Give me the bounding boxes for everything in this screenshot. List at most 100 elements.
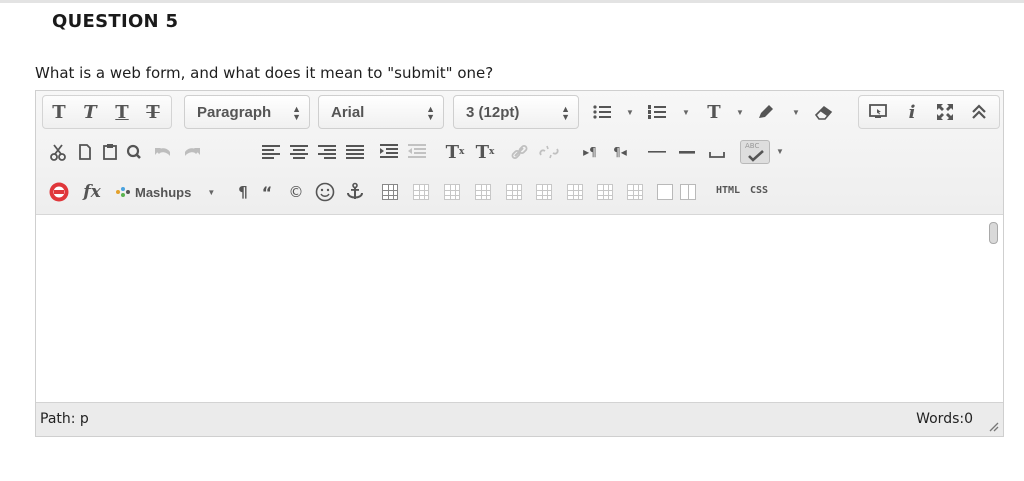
subscript-button[interactable]: Tx <box>472 138 498 166</box>
italic-icon: T <box>83 101 97 123</box>
mashups-dropdown-caret: ▼ <box>207 187 216 197</box>
insert-table-button[interactable] <box>382 184 398 200</box>
table-delete-row-button[interactable] <box>536 184 552 200</box>
eraser-icon <box>814 105 833 120</box>
table-split-cells-button[interactable] <box>657 184 673 200</box>
highlight-button[interactable] <box>753 98 779 126</box>
table-insert-column-before-button[interactable] <box>567 184 583 200</box>
align-left-button[interactable] <box>258 138 284 166</box>
redo-icon <box>185 148 200 156</box>
collapse-toolbar-button[interactable] <box>966 98 992 126</box>
cut-button[interactable] <box>46 138 70 166</box>
element-path: Path: p <box>40 411 89 427</box>
highlighter-icon <box>759 105 773 118</box>
info-icon: i <box>908 101 916 123</box>
spellcheck-icon: ABC <box>740 140 770 164</box>
vertical-scrollbar[interactable] <box>989 222 998 244</box>
blockquote-button[interactable]: “ <box>256 178 278 206</box>
superscript-button[interactable]: Tx <box>442 138 468 166</box>
insert-link-button[interactable] <box>508 138 532 166</box>
text-color-button[interactable]: T <box>701 98 727 126</box>
record-button[interactable] <box>46 178 72 206</box>
copyright-icon: © <box>288 183 304 201</box>
redo-button[interactable] <box>179 138 205 166</box>
mashups-menu[interactable]: Mashups ▼ <box>115 176 229 208</box>
editor-content-area[interactable] <box>36 216 1003 402</box>
outdent-button[interactable] <box>404 138 430 166</box>
show-blocks-button[interactable]: ¶ <box>233 178 253 206</box>
paste-button[interactable] <box>98 138 122 166</box>
bullet-list-button[interactable] <box>589 98 615 126</box>
math-function-button[interactable]: fx <box>77 178 107 206</box>
font-family-value: Arial <box>331 103 365 121</box>
horizontal-line-icon <box>648 151 666 153</box>
spellcheck-dropdown-caret[interactable]: ▼ <box>776 147 784 156</box>
table-cell-properties-button[interactable] <box>444 184 460 200</box>
outdent-icon <box>408 144 426 158</box>
fullscreen-icon <box>937 104 953 120</box>
bullet-list-dropdown-caret[interactable]: ▼ <box>626 108 634 117</box>
double-chevron-up-icon <box>972 104 986 119</box>
spellcheck-button[interactable]: ABC <box>738 138 772 166</box>
table-delete-column-button[interactable] <box>627 184 643 200</box>
html-source-button[interactable]: HTML <box>716 185 740 196</box>
font-size-select[interactable]: 3 (12pt) ▲ ▼ <box>453 95 579 129</box>
undo-icon <box>155 148 170 156</box>
link-icon <box>511 145 528 159</box>
mashups-label: Mashups <box>135 184 192 200</box>
preview-button[interactable] <box>865 98 891 126</box>
undo-button[interactable] <box>150 138 176 166</box>
top-divider <box>0 0 1024 3</box>
numbered-list-button[interactable] <box>644 98 670 126</box>
paragraph-format-select[interactable]: Paragraph ▲ ▼ <box>184 95 310 129</box>
insert-emoticon-button[interactable] <box>312 178 338 206</box>
copy-button[interactable] <box>73 138 97 166</box>
bullet-list-icon <box>593 105 611 119</box>
clear-formatting-button[interactable] <box>811 98 837 126</box>
record-icon <box>49 182 69 202</box>
select-arrows-icon: ▲ ▼ <box>426 104 435 122</box>
unlink-button[interactable] <box>536 138 562 166</box>
strikethrough-button[interactable]: T <box>140 98 166 126</box>
word-count: Words:0 <box>916 411 973 427</box>
pilcrow-icon: ¶ <box>238 183 248 201</box>
bold-button[interactable]: T <box>46 98 72 126</box>
text-color-dropdown-caret[interactable]: ▼ <box>736 108 744 117</box>
font-family-select[interactable]: Arial ▲ ▼ <box>318 95 444 129</box>
align-right-icon <box>318 145 336 159</box>
insert-symbol-button[interactable]: © <box>284 178 308 206</box>
text-color-icon: T <box>707 101 721 123</box>
numbered-list-dropdown-caret[interactable]: ▼ <box>682 108 690 117</box>
mashups-icon <box>116 187 130 197</box>
nonbreaking-space-button[interactable] <box>704 138 730 166</box>
fullscreen-button[interactable] <box>932 98 958 126</box>
css-editor-button[interactable]: CSS <box>750 185 768 196</box>
insert-anchor-button[interactable] <box>342 178 368 206</box>
align-center-button[interactable] <box>286 138 312 166</box>
align-center-icon <box>290 145 308 159</box>
em-dash-button[interactable] <box>674 138 700 166</box>
table-row-properties-button[interactable] <box>413 184 429 200</box>
strikethrough-icon: T <box>146 101 160 123</box>
paragraph-rtl-icon: ¶◂ <box>613 145 627 159</box>
table-insert-column-after-button[interactable] <box>597 184 613 200</box>
find-button[interactable] <box>122 138 146 166</box>
resize-handle-icon[interactable] <box>987 420 999 432</box>
info-button[interactable]: i <box>902 98 922 126</box>
indent-button[interactable] <box>376 138 402 166</box>
table-insert-row-after-button[interactable] <box>506 184 522 200</box>
align-left-icon <box>262 145 280 159</box>
rtl-direction-button[interactable]: ¶◂ <box>607 138 633 166</box>
spellcheck-badge: ABC <box>745 142 760 150</box>
underline-button[interactable]: T <box>109 98 135 126</box>
table-merge-cells-button[interactable] <box>680 184 696 200</box>
italic-button[interactable]: T <box>77 98 103 126</box>
bold-icon: T <box>52 101 66 123</box>
ltr-direction-button[interactable]: ▸¶ <box>577 138 603 166</box>
horizontal-rule-button[interactable] <box>644 138 670 166</box>
table-insert-row-before-button[interactable] <box>475 184 491 200</box>
highlight-dropdown-caret[interactable]: ▼ <box>792 108 800 117</box>
toolbar-row-3: fx Mashups ▼ ¶ “ © HTML CSS <box>36 176 1003 208</box>
justify-button[interactable] <box>342 138 368 166</box>
align-right-button[interactable] <box>314 138 340 166</box>
